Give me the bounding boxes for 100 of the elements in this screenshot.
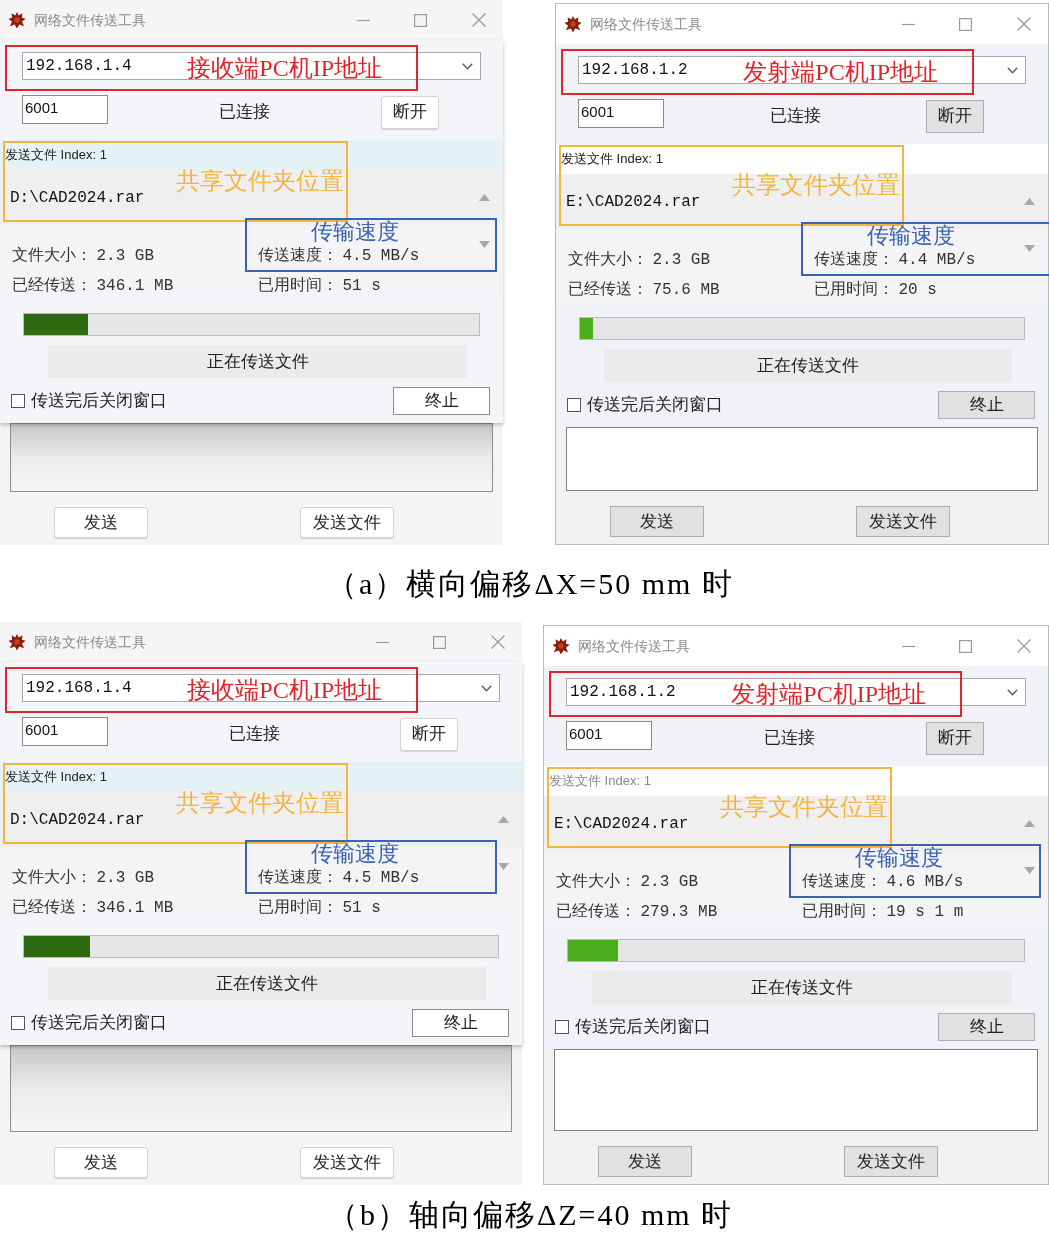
window-title: 网络文件传送工具 (590, 14, 702, 34)
scroll-up-icon[interactable] (479, 194, 490, 201)
close-icon[interactable] (491, 635, 505, 649)
close-icon[interactable] (1017, 17, 1031, 31)
annotation-label: 发射端PC机IP地址 (743, 60, 938, 84)
chevron-down-icon[interactable] (481, 684, 492, 692)
annotation-label: 传输速度 (855, 847, 943, 869)
stat-reading: 已用时间： 20 s (814, 278, 937, 300)
chevron-down-icon[interactable] (462, 62, 473, 70)
stat-reading: 文件大小： 2.3 GB (556, 870, 699, 892)
close-icon[interactable] (472, 13, 486, 27)
status-label: 正在传送文件 (604, 349, 1012, 382)
checkbox[interactable] (567, 398, 581, 412)
stat-reading: 已用时间： 51 s (258, 896, 381, 918)
stop-button[interactable]: 终止 (412, 1009, 509, 1037)
maximize-icon[interactable] (959, 639, 972, 653)
connection-status: 已连接 (763, 727, 815, 750)
leaf-icon (8, 11, 26, 29)
scroll-up-icon[interactable] (1024, 820, 1035, 827)
scroll-down-icon[interactable] (1024, 245, 1035, 252)
checkbox[interactable] (11, 394, 25, 408)
stat-reading: 已经传送： 75.6 MB (568, 278, 720, 300)
disconnect-button[interactable]: 断开 (926, 721, 984, 755)
stat-reading: 传送速度： 4.5 MB/s (258, 866, 420, 888)
maximize-icon[interactable] (959, 17, 972, 31)
scroll-down-icon[interactable] (1024, 867, 1035, 874)
annotation-label: 接收端PC机IP地址 (187, 678, 382, 702)
connection-status: 已连接 (219, 101, 270, 124)
send-file-button[interactable]: 发送文件 (856, 506, 950, 537)
chevron-down-icon[interactable] (1007, 688, 1018, 696)
send-button[interactable]: 发送 (610, 506, 704, 537)
checkbox[interactable] (11, 1016, 25, 1030)
file-path-text: D:\CAD2024.rar (10, 809, 146, 830)
send-button[interactable]: 发送 (54, 1147, 148, 1178)
checkbox-label[interactable]: 传送完后关闭窗口 (587, 392, 723, 418)
checkbox-label[interactable]: 传送完后关闭窗口 (31, 1010, 167, 1036)
status-label: 正在传送文件 (48, 345, 467, 378)
stop-button[interactable]: 终止 (393, 387, 490, 415)
disconnect-button[interactable]: 断开 (926, 99, 984, 133)
message-box[interactable] (566, 427, 1038, 491)
scroll-down-icon[interactable] (498, 863, 509, 870)
window-title: 网络文件传送工具 (34, 632, 146, 652)
send-button[interactable]: 发送 (598, 1146, 692, 1177)
scroll-up-icon[interactable] (498, 816, 509, 823)
stat-reading: 文件大小： 2.3 GB (12, 866, 155, 888)
message-box[interactable] (10, 423, 493, 492)
window-title: 网络文件传送工具 (578, 636, 690, 656)
stat-reading: 已经传送： 279.3 MB (556, 900, 718, 922)
figure-caption: （b）轴向偏移ΔZ=40 mm 时 (327, 1197, 734, 1233)
status-label: 正在传送文件 (592, 971, 1012, 1004)
maximize-icon[interactable] (414, 13, 427, 27)
disconnect-button[interactable]: 断开 (400, 717, 458, 751)
stat-reading: 已经传送： 346.1 MB (12, 274, 174, 296)
file-index-label: 发送文件 Index: 1 (5, 146, 107, 165)
send-file-button[interactable]: 发送文件 (300, 507, 394, 538)
stop-button[interactable]: 终止 (938, 391, 1035, 419)
annotation-label: 共享文件夹位置 (176, 169, 344, 193)
annotation-label: 传输速度 (867, 225, 955, 247)
scroll-down-icon[interactable] (479, 241, 490, 248)
disconnect-button[interactable]: 断开 (381, 95, 439, 129)
close-icon[interactable] (1017, 639, 1031, 653)
leaf-icon (552, 637, 570, 655)
message-box[interactable] (554, 1049, 1038, 1131)
stat-reading: 已经传送： 346.1 MB (12, 896, 174, 918)
send-file-button[interactable]: 发送文件 (300, 1147, 394, 1178)
annotation-label: 共享文件夹位置 (720, 795, 888, 819)
message-box[interactable] (10, 1045, 512, 1132)
send-button[interactable]: 发送 (54, 507, 148, 538)
annotation-label: 传输速度 (311, 843, 399, 865)
maximize-icon[interactable] (433, 635, 446, 649)
chevron-down-icon[interactable] (1007, 66, 1018, 74)
checkbox[interactable] (555, 1020, 569, 1034)
window-title: 网络文件传送工具 (34, 10, 146, 30)
scroll-up-icon[interactable] (1024, 198, 1035, 205)
file-path-text: E:\CAD2024.rar (566, 191, 702, 212)
send-file-button[interactable]: 发送文件 (844, 1146, 938, 1177)
file-index-label: 发送文件 Index: 1 (561, 150, 663, 169)
annotation-label: 共享文件夹位置 (732, 173, 900, 197)
stat-reading: 传送速度： 4.6 MB/s (802, 870, 964, 892)
annotation-label: 发射端PC机IP地址 (731, 682, 926, 706)
checkbox-label[interactable]: 传送完后关闭窗口 (575, 1014, 711, 1040)
stop-button[interactable]: 终止 (938, 1013, 1035, 1041)
annotation-label: 传输速度 (311, 221, 399, 243)
status-label: 正在传送文件 (48, 967, 486, 1000)
annotation-label: 接收端PC机IP地址 (187, 56, 382, 80)
stat-reading: 已用时间： 19 s 1 m (802, 900, 964, 922)
stat-reading: 传送速度： 4.5 MB/s (258, 244, 420, 266)
port-field[interactable]: 6001 (578, 99, 664, 128)
stat-reading: 文件大小： 2.3 GB (12, 244, 155, 266)
port-field[interactable]: 6001 (22, 717, 108, 746)
port-field[interactable]: 6001 (22, 95, 108, 124)
stat-reading: 文件大小： 2.3 GB (568, 248, 711, 270)
file-index-label: 发送文件 Index: 1 (549, 772, 651, 791)
port-field[interactable]: 6001 (566, 721, 652, 750)
stat-reading: 传送速度： 4.4 MB/s (814, 248, 976, 270)
checkbox-label[interactable]: 传送完后关闭窗口 (31, 388, 167, 414)
file-index-label: 发送文件 Index: 1 (5, 768, 107, 787)
file-path-text: D:\CAD2024.rar (10, 187, 146, 208)
annotation-label: 共享文件夹位置 (176, 791, 344, 815)
leaf-icon (8, 633, 26, 651)
